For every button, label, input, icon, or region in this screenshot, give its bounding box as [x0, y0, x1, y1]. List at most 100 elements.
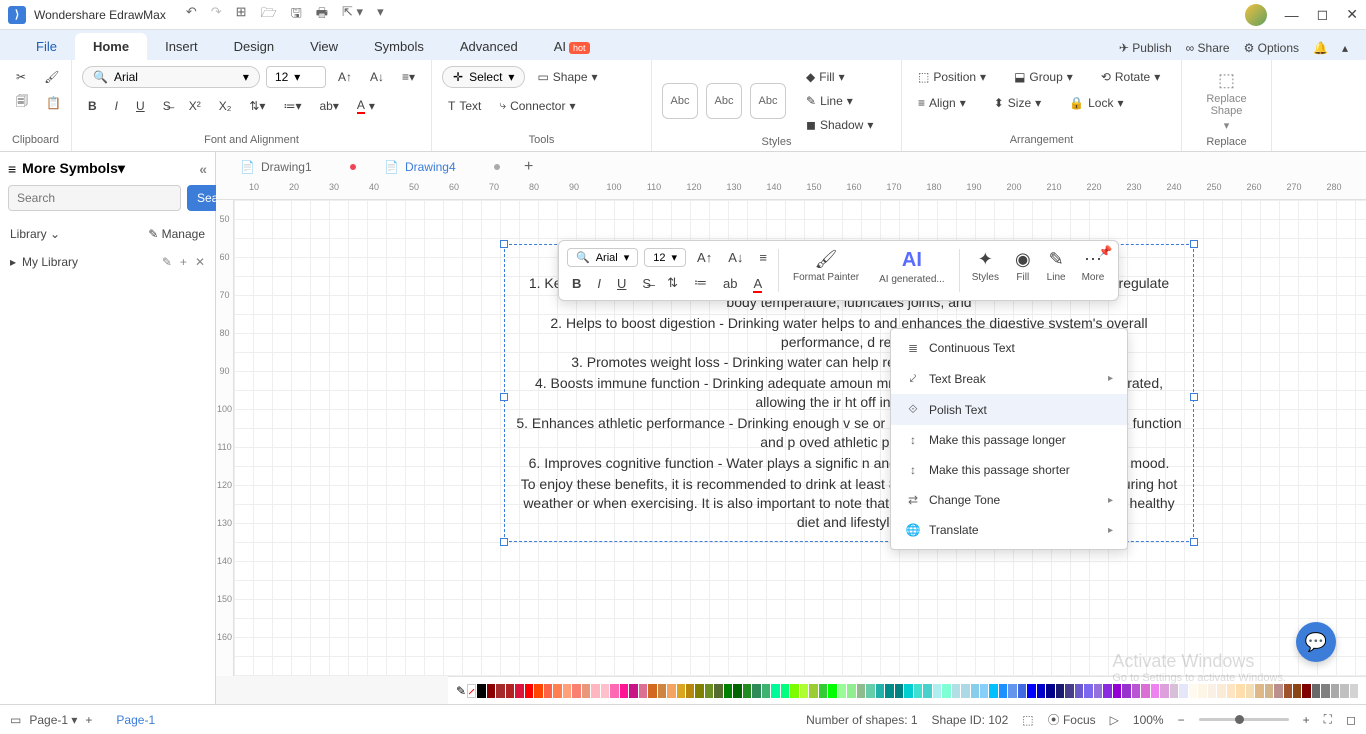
palette-swatch[interactable] — [762, 684, 770, 698]
palette-swatch[interactable] — [667, 684, 675, 698]
palette-swatch[interactable] — [582, 684, 590, 698]
style-preset-3[interactable]: Abc — [750, 83, 786, 119]
share-button[interactable]: ∞ Share — [1186, 41, 1230, 55]
page-selector[interactable]: Page-1 ▾ — [29, 713, 77, 727]
palette-swatch[interactable] — [989, 684, 997, 698]
menu-polish-text[interactable]: ⟐Polish Text — [891, 394, 1127, 425]
palette-swatch[interactable] — [591, 684, 599, 698]
palette-swatch[interactable] — [496, 684, 504, 698]
new-icon[interactable]: ⊞ — [236, 4, 247, 26]
palette-swatch[interactable] — [999, 684, 1007, 698]
palette-swatch[interactable] — [980, 684, 988, 698]
palette-swatch[interactable] — [1340, 684, 1348, 698]
palette-swatch[interactable] — [1151, 684, 1159, 698]
mini-align-icon[interactable]: ≡ — [754, 247, 772, 268]
minimize-button[interactable]: — — [1285, 7, 1299, 23]
palette-swatch[interactable] — [1179, 684, 1187, 698]
palette-swatch[interactable] — [572, 684, 580, 698]
doc-tab-drawing4[interactable]: 📄 Drawing4 — [372, 156, 512, 178]
tab-home[interactable]: Home — [75, 33, 147, 60]
palette-swatch[interactable] — [610, 684, 618, 698]
redo-icon[interactable]: ↷ — [211, 4, 222, 26]
palette-swatch[interactable] — [714, 684, 722, 698]
position-dropdown[interactable]: ⬚ Position▾ — [912, 66, 992, 88]
drawing-canvas[interactable]: Water is an essential nutrient for human… — [234, 200, 1366, 676]
notifications-icon[interactable]: 🔔 — [1313, 41, 1328, 55]
palette-swatch[interactable] — [1027, 684, 1035, 698]
palette-swatch[interactable] — [629, 684, 637, 698]
cut-icon[interactable]: ✂ — [10, 66, 32, 88]
mini-line[interactable]: ✎Line — [1041, 247, 1072, 285]
palette-swatch[interactable] — [686, 684, 694, 698]
palette-swatch[interactable] — [648, 684, 656, 698]
bullets-icon[interactable]: ≔▾ — [277, 95, 307, 117]
menu-make-shorter[interactable]: ↕Make this passage shorter — [891, 455, 1127, 485]
zoom-slider[interactable] — [1199, 718, 1289, 721]
palette-swatch[interactable] — [705, 684, 713, 698]
palette-swatch[interactable] — [733, 684, 741, 698]
style-preset-1[interactable]: Abc — [662, 83, 698, 119]
paintbrush-icon[interactable]: 🖌 — [38, 66, 65, 88]
print-icon[interactable]: 🖶 — [316, 4, 328, 26]
palette-swatch[interactable] — [515, 684, 523, 698]
palette-swatch[interactable] — [1246, 684, 1254, 698]
menu-translate[interactable]: 🌐Translate▸ — [891, 515, 1127, 545]
expand-library-icon[interactable]: ▸ — [10, 255, 16, 269]
palette-swatch[interactable] — [885, 684, 893, 698]
strike-icon[interactable]: S̶ — [157, 95, 177, 117]
palette-swatch[interactable] — [1170, 684, 1178, 698]
maximize-button[interactable]: ◻ — [1317, 6, 1329, 23]
style-preset-2[interactable]: Abc — [706, 83, 742, 119]
tab-design[interactable]: Design — [216, 33, 292, 60]
mini-grow-font-icon[interactable]: A↑ — [692, 247, 717, 268]
qat-more-icon[interactable]: ▾ — [377, 4, 384, 26]
mini-shrink-font-icon[interactable]: A↓ — [723, 247, 748, 268]
palette-swatch[interactable] — [790, 684, 798, 698]
page-tab[interactable]: Page-1 — [106, 709, 165, 731]
mini-size-combo[interactable]: 12 ▾ — [644, 248, 686, 267]
shrink-font-icon[interactable]: A↓ — [364, 66, 390, 88]
fullscreen-icon[interactable]: ◻ — [1346, 713, 1356, 727]
palette-swatch[interactable] — [525, 684, 533, 698]
palette-swatch[interactable] — [1122, 684, 1130, 698]
font-family-combo[interactable]: 🔍 Arial▾ — [82, 66, 260, 88]
menu-make-longer[interactable]: ↕Make this passage longer — [891, 425, 1127, 455]
play-icon[interactable]: ▷ — [1110, 713, 1119, 727]
palette-swatch[interactable] — [1103, 684, 1111, 698]
doc-tab-drawing1[interactable]: 📄 Drawing1 — [228, 156, 368, 178]
library-edit-icon[interactable]: ✎ — [162, 255, 172, 269]
palette-swatch[interactable] — [1160, 684, 1168, 698]
palette-swatch[interactable] — [1132, 684, 1140, 698]
tab-ai[interactable]: AIhot — [536, 33, 608, 60]
palette-swatch[interactable] — [1208, 684, 1216, 698]
palette-swatch[interactable] — [1255, 684, 1263, 698]
open-icon[interactable]: 🗁 — [261, 4, 277, 26]
palette-swatch[interactable] — [838, 684, 846, 698]
palette-swatch[interactable] — [895, 684, 903, 698]
mini-format-painter[interactable]: 🖌Format Painter — [785, 247, 867, 285]
line-dropdown[interactable]: ✎ Line ▾ — [800, 90, 879, 112]
bold-icon[interactable]: B — [82, 95, 103, 117]
palette-swatch[interactable] — [1293, 684, 1301, 698]
palette-swatch[interactable] — [601, 684, 609, 698]
mini-ai-generated[interactable]: AIAI generated... — [871, 247, 953, 287]
palette-no-color[interactable] — [467, 684, 476, 698]
font-color-icon[interactable]: A▾ — [351, 94, 381, 118]
line-spacing-icon[interactable]: ⇅▾ — [243, 95, 271, 117]
collapse-ribbon-icon[interactable]: ▴ — [1342, 41, 1348, 55]
palette-swatch[interactable] — [1113, 684, 1121, 698]
palette-swatch[interactable] — [847, 684, 855, 698]
user-avatar[interactable] — [1245, 4, 1267, 26]
palette-swatch[interactable] — [1217, 684, 1225, 698]
mini-spacing-icon[interactable]: ⇅ — [662, 272, 683, 294]
palette-swatch[interactable] — [781, 684, 789, 698]
my-library-label[interactable]: My Library — [22, 255, 78, 269]
palette-swatch[interactable] — [857, 684, 865, 698]
align-dropdown[interactable]: ≡ Align▾ — [912, 92, 972, 114]
close-button[interactable]: ✕ — [1346, 6, 1358, 23]
rotate-dropdown[interactable]: ⟲ Rotate▾ — [1095, 66, 1166, 88]
palette-swatch[interactable] — [1046, 684, 1054, 698]
palette-swatch[interactable] — [1227, 684, 1235, 698]
palette-swatch[interactable] — [506, 684, 514, 698]
collapse-sidebar-icon[interactable]: « — [199, 161, 207, 177]
